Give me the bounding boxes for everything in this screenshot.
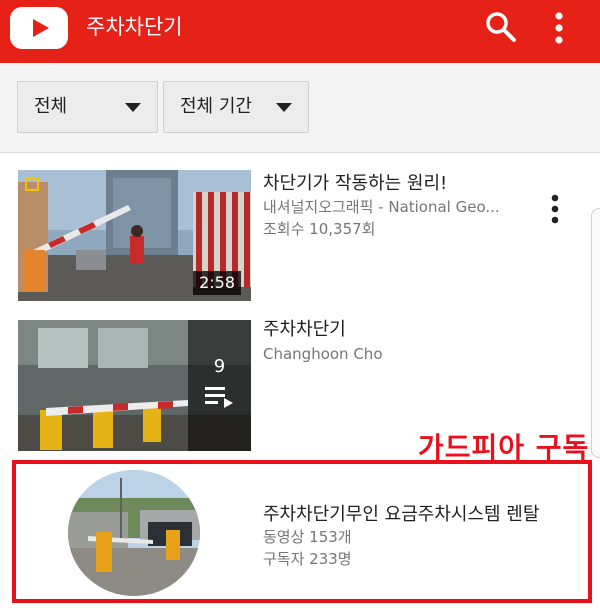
playlist-count: 9 [213, 356, 226, 377]
video-channel: 내셔널지오그래픽 - National Geo... [263, 198, 500, 216]
playlist-channel: Changhoon Cho [263, 345, 383, 363]
filter-date-dropdown[interactable]: 전체 기간 [163, 81, 309, 133]
filter-date-label: 전체 기간 [180, 96, 252, 117]
playlist-thumbnail[interactable]: 9 [18, 320, 251, 451]
video-result[interactable]: 2:58 차단기가 작동하는 원리! 내셔널지오그래픽 - National G… [0, 170, 600, 303]
scroll-edge [591, 208, 600, 458]
more-vert-icon[interactable] [548, 10, 570, 46]
video-thumbnail[interactable]: 2:58 [18, 170, 251, 301]
filter-bar: 전체 전체 기간 [0, 63, 600, 153]
playlist-overlay: 9 [188, 320, 251, 451]
channel-subscriber-count: 구독자 233명 [263, 550, 352, 568]
caret-down-icon [276, 103, 292, 112]
playlist-title[interactable]: 주차차단기 [263, 318, 346, 342]
video-views: 조회수 10,357회 [263, 220, 376, 238]
channel-video-count: 동영상 153개 [263, 528, 352, 546]
video-title[interactable]: 차단기가 작동하는 원리! [263, 172, 447, 196]
duration-badge: 2:58 [193, 271, 241, 295]
youtube-logo-icon[interactable] [10, 7, 68, 49]
channel-title[interactable]: 주차차단기무인 요금주차시스템 렌탈 [263, 500, 539, 526]
channel-avatar[interactable] [68, 470, 200, 596]
caret-down-icon [125, 103, 141, 112]
filter-type-label: 전체 [34, 96, 68, 117]
search-query-title[interactable]: 주차차단기 [86, 12, 183, 42]
playlist-icon [205, 387, 233, 408]
more-vert-icon[interactable] [545, 192, 565, 226]
search-icon[interactable] [484, 10, 518, 44]
app-bar: 주차차단기 [0, 0, 600, 63]
filter-type-dropdown[interactable]: 전체 [17, 81, 158, 133]
